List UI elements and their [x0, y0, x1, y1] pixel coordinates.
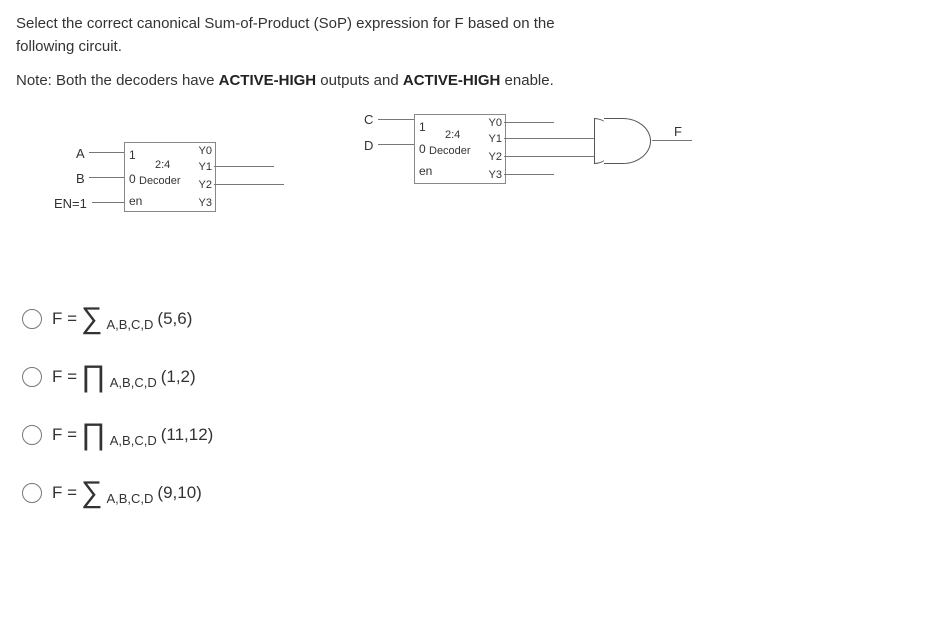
option-2[interactable]: F = ∏ A,B,C,D (1,2): [22, 362, 924, 392]
decB-sub: Decoder: [429, 145, 471, 157]
signal-B: B: [76, 169, 85, 189]
decB-in0: 0: [419, 143, 426, 156]
question-note: Note: Both the decoders have ACTIVE-HIGH…: [16, 69, 924, 92]
decoder-B: 1 0 en 2:4 Decoder Y0 Y1 Y2 Y3: [414, 114, 506, 184]
decA-y3: Y3: [194, 197, 212, 209]
signal-A: A: [76, 144, 85, 164]
decA-y2: Y2: [194, 179, 212, 191]
note-bold2: ACTIVE-HIGH: [403, 72, 501, 89]
question-line2: following circuit.: [16, 38, 122, 55]
opt4-args: (9,10): [157, 480, 201, 506]
option-4[interactable]: F = ∑ A,B,C,D (9,10): [22, 478, 924, 508]
opt1-args: (5,6): [157, 306, 192, 332]
opt4-pre: F =: [52, 480, 77, 506]
opt2-sub: A,B,C,D: [110, 373, 157, 393]
sigma-icon: ∑: [81, 478, 102, 508]
note-bold1: ACTIVE-HIGH: [219, 72, 317, 89]
opt1-pre: F =: [52, 306, 77, 332]
option-3[interactable]: F = ∏ A,B,C,D (11,12): [22, 420, 924, 450]
option-1[interactable]: F = ∑ A,B,C,D (5,6): [22, 304, 924, 334]
decB-y0: Y0: [484, 117, 502, 129]
decB-y2: Y2: [484, 151, 502, 163]
decB-y3: Y3: [484, 169, 502, 181]
note-pre: Note: Both the decoders have: [16, 72, 219, 89]
question-line1: Select the correct canonical Sum-of-Prod…: [16, 15, 555, 32]
decA-y0: Y0: [194, 145, 212, 157]
signal-C: C: [364, 110, 373, 130]
sigma-icon: ∑: [81, 304, 102, 334]
decA-y1: Y1: [194, 161, 212, 173]
radio-icon[interactable]: [22, 309, 42, 329]
opt4-sub: A,B,C,D: [106, 489, 153, 509]
note-post: enable.: [500, 72, 553, 89]
pi-icon: ∏: [81, 362, 106, 392]
radio-icon[interactable]: [22, 425, 42, 445]
signal-F: F: [674, 122, 682, 142]
decB-y1: Y1: [484, 133, 502, 145]
decA-en: en: [129, 195, 142, 208]
decA-title: 2:4: [155, 159, 170, 171]
decoder-A: 1 0 en 2:4 Decoder Y0 Y1 Y2 Y3: [124, 142, 216, 212]
radio-icon[interactable]: [22, 483, 42, 503]
opt3-pre: F =: [52, 422, 77, 448]
opt3-args: (11,12): [161, 422, 214, 448]
opt2-args: (1,2): [161, 364, 196, 390]
decA-sub: Decoder: [139, 175, 181, 187]
opt3-sub: A,B,C,D: [110, 431, 157, 451]
circuit-diagram: A B EN=1 1 0 en 2:4 Decoder Y0 Y1 Y2 Y3 …: [34, 114, 924, 284]
decB-en: en: [419, 165, 432, 178]
note-mid: outputs and: [316, 72, 403, 89]
decA-in0: 0: [129, 173, 136, 186]
opt1-sub: A,B,C,D: [106, 315, 153, 335]
decB-in1: 1: [419, 121, 426, 134]
signal-D: D: [364, 136, 373, 156]
options-group: F = ∑ A,B,C,D (5,6) F = ∏ A,B,C,D (1,2) …: [22, 304, 924, 508]
radio-icon[interactable]: [22, 367, 42, 387]
pi-icon: ∏: [81, 420, 106, 450]
opt2-pre: F =: [52, 364, 77, 390]
decB-title: 2:4: [445, 129, 460, 141]
signal-EN: EN=1: [54, 194, 87, 214]
decA-in1: 1: [129, 149, 136, 162]
